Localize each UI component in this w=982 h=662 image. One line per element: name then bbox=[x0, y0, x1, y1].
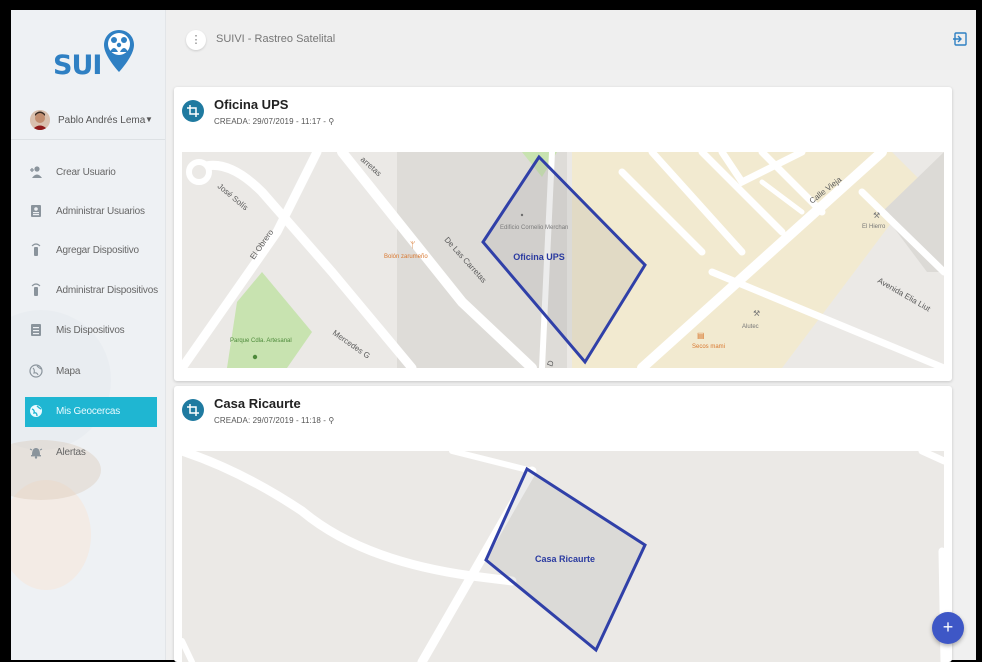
top-bar: ⋮ SUIVI - Rastreo Satelital bbox=[166, 10, 976, 70]
geofence-created: CREADA: 29/07/2019 - 11:18 - ⚲ bbox=[214, 416, 335, 425]
add-geofence-button[interactable]: + bbox=[932, 612, 964, 644]
geofence-icon bbox=[29, 404, 43, 418]
sidebar-item-administrar-dispositivos[interactable]: Administrar Dispositivos bbox=[25, 276, 158, 306]
logout-icon[interactable] bbox=[952, 31, 968, 47]
sidebar-item-mapa[interactable]: Mapa bbox=[25, 357, 157, 387]
geofence-name: Casa Ricaurte bbox=[214, 396, 301, 411]
sidebar-item-label: Mis Dispositivos bbox=[56, 325, 125, 336]
caret-down-icon[interactable]: ▼ bbox=[145, 115, 153, 124]
more-vert-icon[interactable]: ⋮ bbox=[186, 30, 206, 50]
poi-label: Bolón zarumeño bbox=[384, 254, 428, 260]
sidebar-item-label: Administrar Usuarios bbox=[56, 206, 145, 217]
sidebar: SUI Pablo Andrés Lema ▼ Crear Usuario Ad… bbox=[11, 10, 166, 660]
park-icon bbox=[252, 354, 258, 360]
app-title: SUIVI - Rastreo Satelital bbox=[216, 33, 336, 45]
sidebar-item-label: Mapa bbox=[56, 366, 81, 377]
geofence-polygon-label: Oficina UPS bbox=[513, 252, 565, 262]
sidebar-item-label: Crear Usuario bbox=[56, 167, 116, 178]
restaurant-icon: ᛘ bbox=[410, 240, 415, 250]
hardware-icon: ⚒ bbox=[753, 309, 760, 318]
user-name: Pablo Andrés Lema bbox=[58, 115, 146, 126]
poi-label: Secos mami bbox=[692, 344, 725, 350]
sidebar-item-alertas[interactable]: Alertas bbox=[25, 438, 157, 468]
family-pin-icon bbox=[104, 30, 134, 72]
id-badge-icon bbox=[29, 204, 43, 218]
user-menu[interactable]: Pablo Andrés Lema ▼ bbox=[11, 102, 165, 140]
sidebar-item-label: Agregar Dispositivo bbox=[56, 245, 139, 256]
add-user-icon bbox=[29, 165, 43, 179]
sidebar-item-crear-usuario[interactable]: Crear Usuario bbox=[25, 158, 157, 188]
avatar bbox=[30, 110, 50, 130]
hardware-icon: ⚒ bbox=[873, 211, 880, 220]
poi-label: El Hierro bbox=[862, 224, 886, 230]
map-view[interactable]: José Solís El Obrero De Las Carretas Mer… bbox=[182, 152, 944, 368]
sidebar-item-mis-dispositivos[interactable]: Mis Dispositivos bbox=[25, 316, 157, 346]
crop-icon[interactable] bbox=[182, 100, 204, 122]
id-badge-icon bbox=[29, 323, 43, 337]
poi-label: Alutec bbox=[742, 324, 759, 330]
bell-icon bbox=[29, 445, 43, 459]
sidebar-item-agregar-dispositivo[interactable]: Agregar Dispositivo bbox=[25, 236, 157, 266]
poi-label: Parque Cdla. Artesanal bbox=[230, 338, 292, 344]
geofence-polygon-label: Casa Ricaurte bbox=[535, 554, 595, 564]
device-icon bbox=[29, 243, 43, 257]
geofence-created: CREADA: 29/07/2019 - 11:17 - ⚲ bbox=[214, 117, 335, 126]
geofence-card: Casa Ricaurte CREADA: 29/07/2019 - 11:18… bbox=[174, 386, 952, 662]
globe-icon bbox=[29, 364, 43, 378]
device-icon bbox=[29, 283, 43, 297]
shop-icon: ▤ bbox=[697, 331, 705, 340]
geofence-name: Oficina UPS bbox=[214, 97, 289, 112]
sidebar-item-mis-geocercas[interactable]: Mis Geocercas bbox=[25, 397, 157, 427]
sidebar-item-label: Mis Geocercas bbox=[56, 406, 121, 417]
sidebar-item-label: Administrar Dispositivos bbox=[56, 285, 158, 296]
sidebar-item-label: Alertas bbox=[56, 447, 86, 458]
crop-icon[interactable] bbox=[182, 399, 204, 421]
logo-text: SUI bbox=[53, 50, 102, 81]
logo: SUI bbox=[47, 22, 137, 81]
sidebar-item-administrar-usuarios[interactable]: Administrar Usuarios bbox=[25, 197, 157, 227]
map-view[interactable]: Casa Ricaurte bbox=[182, 451, 944, 662]
geofence-card: Oficina UPS CREADA: 29/07/2019 - 11:17 -… bbox=[174, 87, 952, 381]
